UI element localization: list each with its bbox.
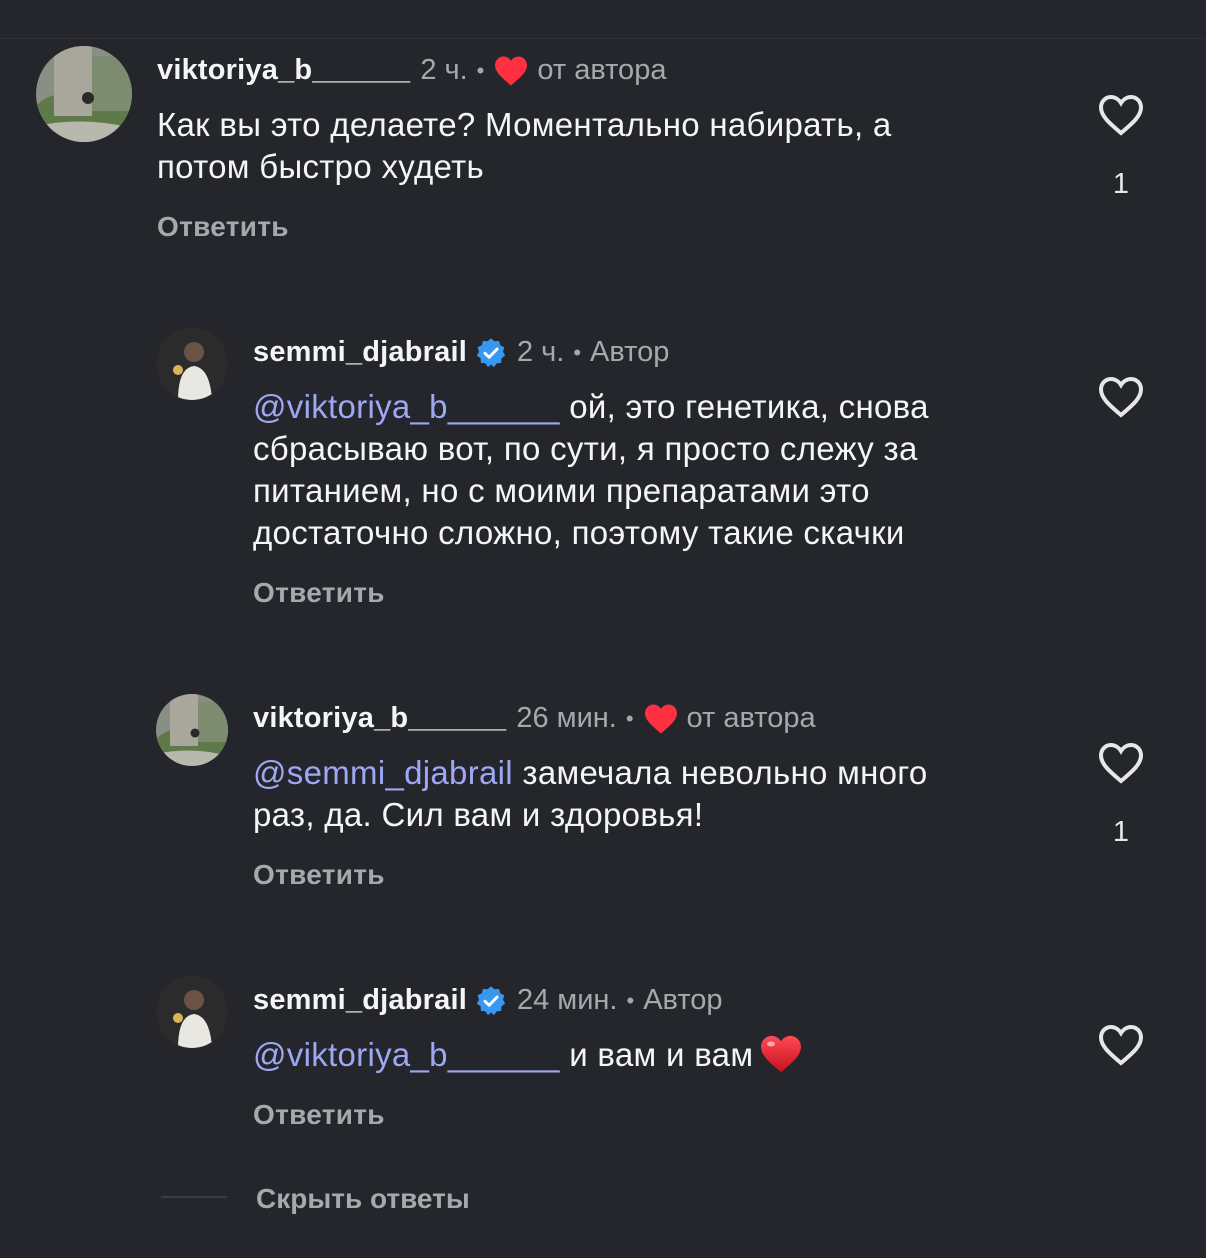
like-heart-icon[interactable] — [1097, 93, 1145, 137]
hide-replies-button[interactable]: Скрыть ответы — [256, 1183, 470, 1215]
like-heart-icon[interactable] — [1097, 741, 1145, 785]
reply-button[interactable]: Ответить — [253, 859, 385, 891]
avatar[interactable] — [156, 694, 228, 766]
avatar[interactable] — [36, 46, 132, 142]
reply-button[interactable]: Ответить — [253, 577, 385, 609]
avatar[interactable] — [156, 976, 228, 1048]
verified-badge-icon — [476, 337, 506, 367]
author-liked-heart-icon — [495, 55, 528, 86]
username[interactable]: semmi_djabrail — [253, 984, 467, 1017]
username[interactable]: semmi_djabrail — [253, 336, 467, 369]
comment-time: 2 ч. — [516, 336, 565, 368]
separator-dot: • — [626, 987, 635, 1013]
avatar[interactable] — [156, 328, 228, 400]
divider — [0, 38, 1206, 39]
liked-by-author-label: от автора — [686, 702, 816, 734]
comment-time: 26 мин. — [516, 702, 617, 734]
like-heart-icon[interactable] — [1097, 1023, 1145, 1067]
like-count: 1 — [1112, 816, 1130, 848]
liked-by-author-label: от автора — [537, 54, 667, 86]
username[interactable]: viktoriya_b______ — [253, 702, 506, 735]
comment-text: @viktoriya_b______ и вам и вам — [253, 1034, 803, 1076]
mention-link[interactable]: @viktoriya_b______ — [253, 1036, 560, 1073]
reply-button[interactable]: Ответить — [253, 1099, 385, 1131]
comment-text: @viktoriya_b______ ой, это генетика, сно… — [253, 388, 929, 551]
mention-link[interactable]: @semmi_djabrail — [253, 754, 513, 791]
comment-time: 24 мин. — [516, 984, 618, 1016]
comments-thread: viktoriya_b______ 2 ч. • от автора Как в… — [0, 0, 1206, 1258]
author-badge: Автор — [643, 984, 723, 1016]
separator-dot: • — [625, 705, 634, 731]
separator-dot: • — [476, 57, 485, 83]
red-heart-emoji-icon — [761, 1035, 802, 1073]
comment-time: 2 ч. — [420, 54, 468, 86]
comment-text: @semmi_djabrail замечала невольно много … — [253, 754, 928, 833]
mention-link[interactable]: @viktoriya_b______ — [253, 388, 560, 425]
username[interactable]: viktoriya_b______ — [157, 54, 410, 87]
reply-button[interactable]: Ответить — [157, 211, 289, 243]
like-heart-icon[interactable] — [1097, 375, 1145, 419]
comment-text: Как вы это делаете? Моментально набирать… — [157, 106, 892, 185]
separator-dot: • — [573, 339, 582, 365]
like-count: 1 — [1112, 168, 1130, 200]
verified-badge-icon — [476, 985, 506, 1015]
author-badge: Автор — [590, 336, 670, 368]
author-liked-heart-icon — [644, 703, 677, 734]
hide-replies-line — [161, 1196, 227, 1198]
